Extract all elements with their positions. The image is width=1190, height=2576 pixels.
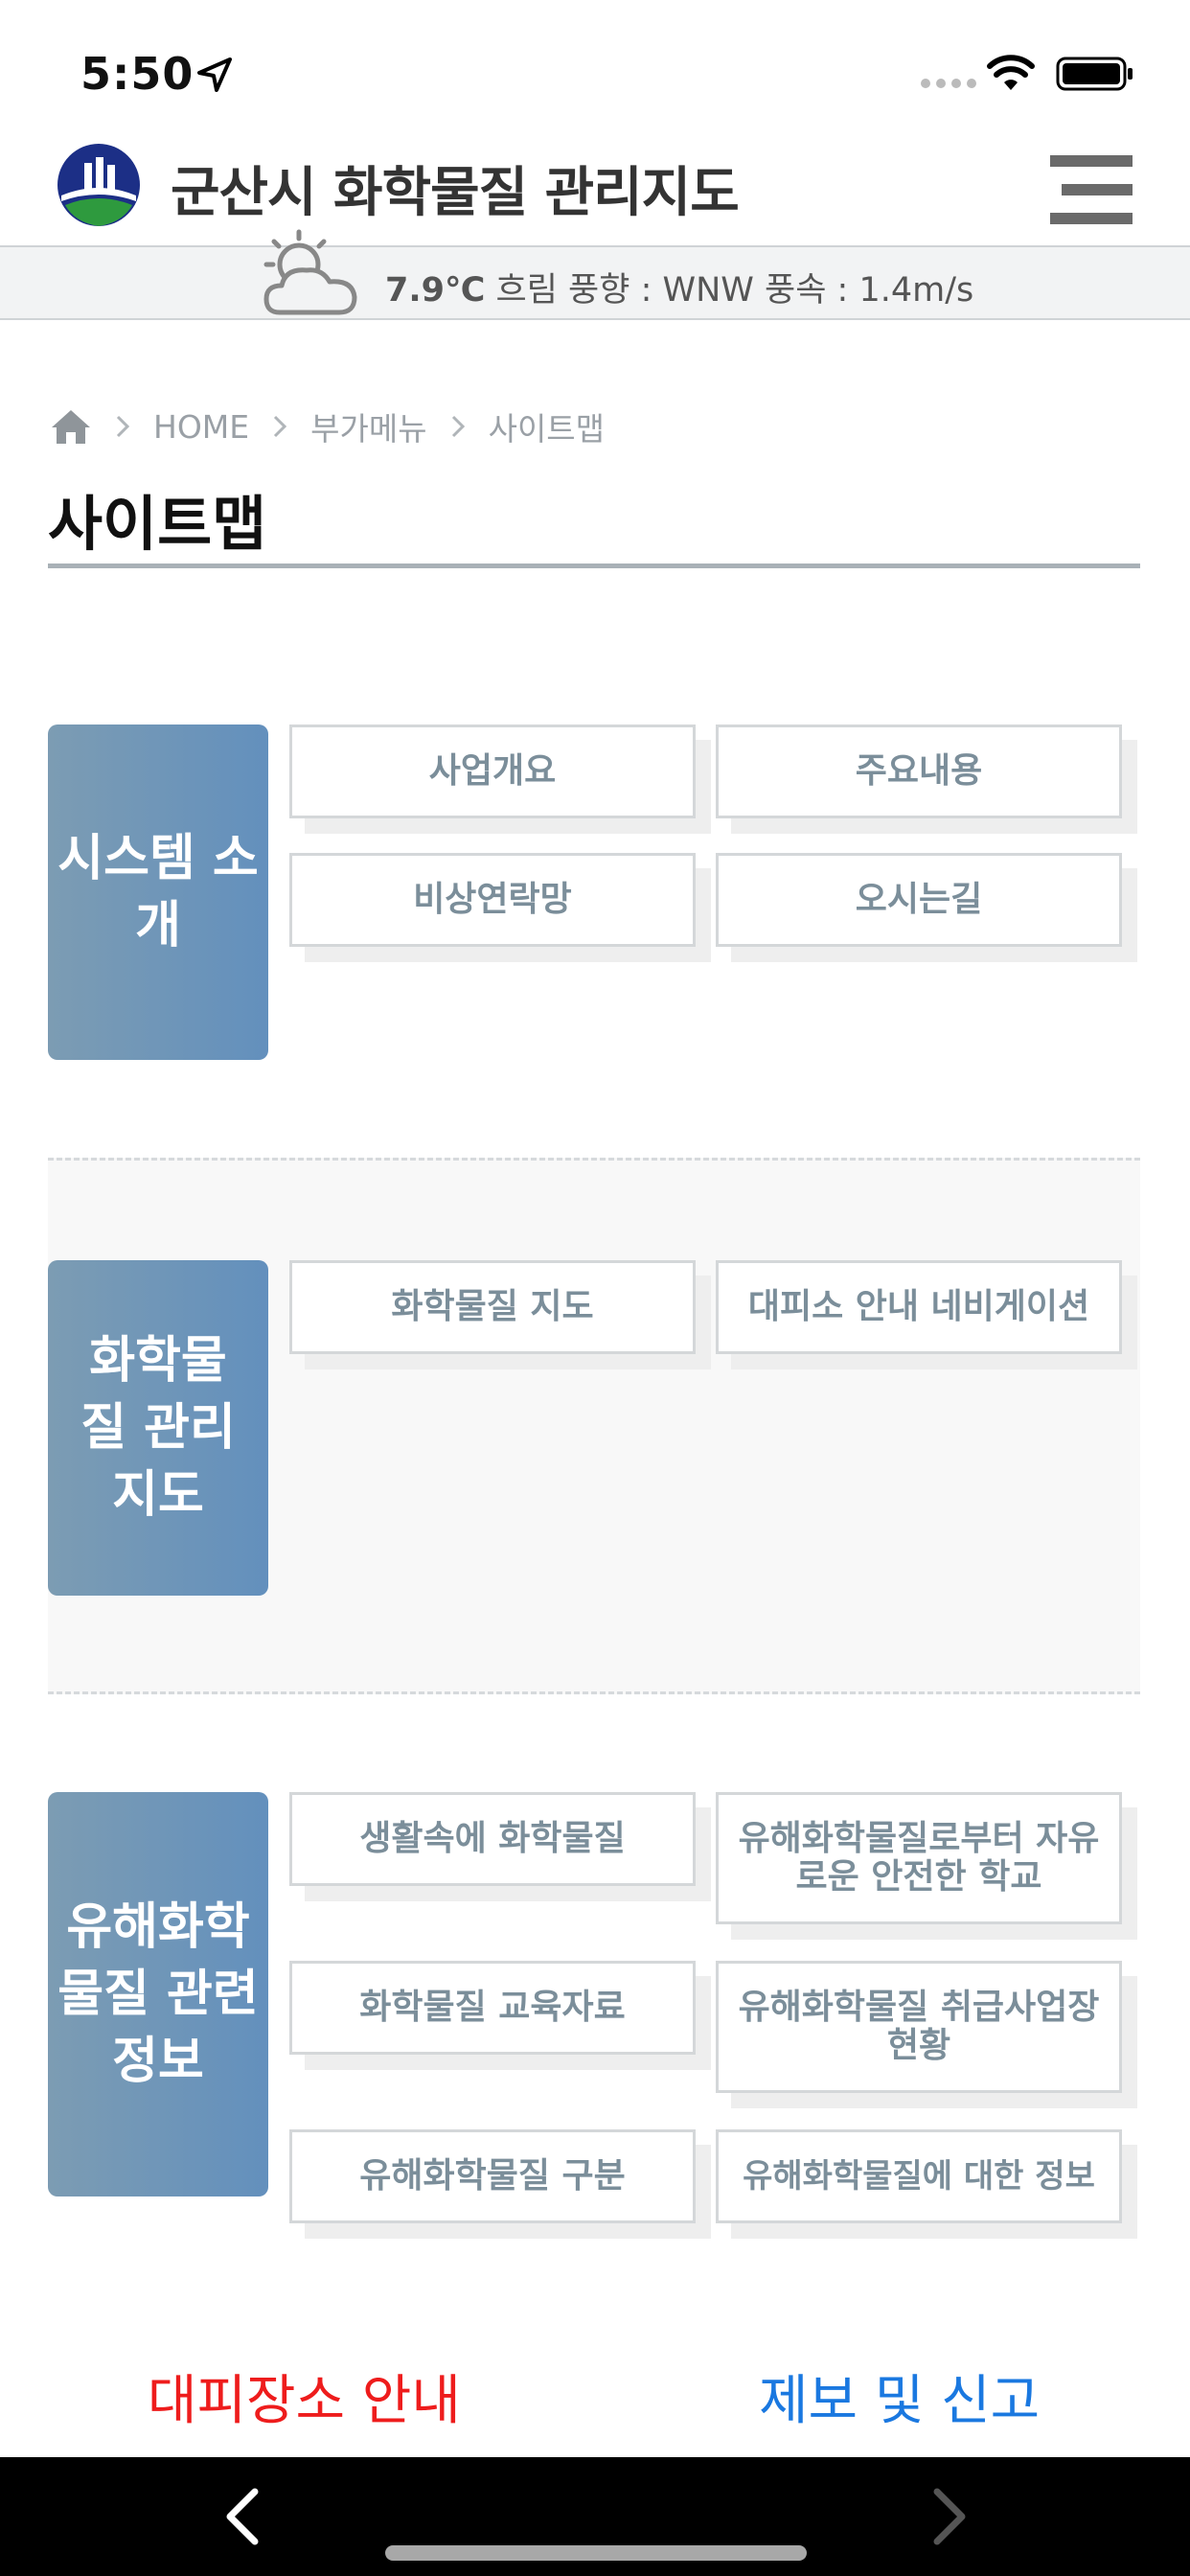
link-emergency-contacts[interactable]: 비상연락망	[289, 853, 696, 947]
link-education-materials[interactable]: 화학물질 교육자료	[289, 1961, 696, 2055]
weather-temperature: 7.9℃	[385, 271, 486, 310]
link-chemicals-in-daily-life[interactable]: 생활속에 화학물질	[289, 1792, 696, 1886]
evacuation-guide-link[interactable]: 대피장소 안내	[148, 2358, 461, 2435]
cellular-signal-icon	[921, 79, 976, 88]
title-divider	[48, 564, 1140, 568]
back-arrow-icon[interactable]	[218, 2486, 266, 2547]
category-hazardous-info[interactable]: 유해화학물질 관련 정보	[48, 1792, 268, 2196]
link-directions[interactable]: 오시는길	[716, 853, 1122, 947]
sitemap-section-system-intro: 시스템 소개 사업개요 주요내용 비상연락망 오시는길	[48, 724, 1140, 1060]
app-title: 군산시 화학물질 관리지도	[171, 162, 740, 224]
breadcrumb-home[interactable]: HOME	[153, 408, 249, 446]
forward-arrow-icon[interactable]	[926, 2486, 973, 2547]
chevron-right-icon	[451, 415, 465, 438]
home-indicator[interactable]	[385, 2545, 807, 2561]
status-bar: 5:50	[0, 0, 1190, 144]
link-handling-facilities[interactable]: 유해화학물질 취급사업장 현황	[716, 1961, 1122, 2093]
breadcrumb: HOME 부가메뉴 사이트맵	[50, 402, 605, 450]
link-main-contents[interactable]: 주요내용	[716, 724, 1122, 818]
battery-icon	[1056, 57, 1133, 91]
link-shelter-navigation[interactable]: 대피소 안내 네비게이션	[716, 1260, 1122, 1354]
hamburger-menu-icon[interactable]	[1050, 155, 1136, 224]
cloudy-weather-icon	[263, 229, 357, 315]
sitemap-section-chemical-map: 화학물질 관리지도 화학물질 지도 대피소 안내 네비게이션	[48, 1158, 1140, 1694]
page-title: 사이트맵	[48, 489, 267, 559]
weather-details: 흐림 풍향 : WNW 풍속 : 1.4m/s	[485, 271, 974, 310]
status-time: 5:50	[80, 48, 195, 100]
chevron-right-icon	[116, 415, 130, 438]
browser-toolbar	[0, 2457, 1190, 2576]
weather-bar: 7.9℃ 흐림 풍향 : WNW 풍속 : 1.4m/s	[0, 229, 1190, 320]
app-header: 군산시 화학물질 관리지도	[0, 134, 1190, 247]
breadcrumb-current: 사이트맵	[488, 410, 606, 448]
breadcrumb-extra-menu[interactable]: 부가메뉴	[310, 403, 426, 449]
report-link[interactable]: 제보 및 신고	[759, 2358, 1040, 2435]
sitemap-section-hazardous-info: 유해화학물질 관련 정보 생활속에 화학물질 유해화학물질로부터 자유로운 안전…	[48, 1792, 1140, 2223]
link-safe-school[interactable]: 유해화학물질로부터 자유로운 안전한 학교	[716, 1792, 1122, 1924]
link-chemical-map[interactable]: 화학물질 지도	[289, 1260, 696, 1354]
category-system-intro[interactable]: 시스템 소개	[48, 724, 268, 1060]
link-hazardous-info[interactable]: 유해화학물질에 대한 정보	[716, 2129, 1122, 2223]
link-hazardous-classification[interactable]: 유해화학물질 구분	[289, 2129, 696, 2223]
wifi-icon	[987, 55, 1035, 90]
gunsan-logo-icon[interactable]	[56, 142, 142, 228]
weather-info: 7.9℃ 흐림 풍향 : WNW 풍속 : 1.4m/s	[385, 263, 973, 311]
chevron-right-icon	[274, 415, 287, 438]
category-chemical-map[interactable]: 화학물질 관리지도	[48, 1260, 268, 1596]
location-arrow-icon	[197, 58, 232, 92]
home-icon[interactable]	[50, 407, 92, 446]
link-business-overview[interactable]: 사업개요	[289, 724, 696, 818]
